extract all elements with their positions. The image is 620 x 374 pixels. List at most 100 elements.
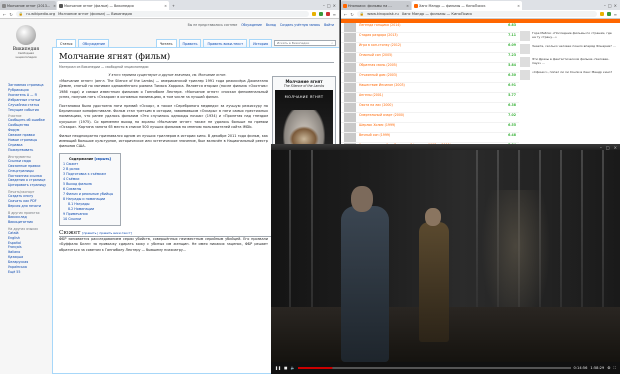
- film-thumbnail[interactable]: [344, 73, 356, 82]
- film-title[interactable]: Вечный сон (1999): [359, 133, 390, 137]
- extension-shield-icon[interactable]: [318, 12, 323, 16]
- browser-tab[interactable]: Ннопоиск: фильмы на ... ×: [341, 1, 411, 10]
- maximize-icon[interactable]: □: [327, 3, 331, 8]
- volume-icon[interactable]: 🔈: [290, 366, 294, 370]
- back-icon[interactable]: ←: [3, 12, 6, 17]
- close-tab-icon[interactable]: ×: [51, 4, 56, 8]
- url-field[interactable]: 🔒 www.kinopoisk.ru Ханс Мандр — фильмы —…: [356, 11, 597, 17]
- avatar[interactable]: [520, 57, 530, 67]
- bookmark-star-icon[interactable]: [599, 12, 604, 16]
- more-languages-link[interactable]: Ещё 55: [8, 270, 46, 275]
- url-field[interactable]: 🔒 ru.wikipedia.org Молчание ягнят (фильм…: [15, 11, 309, 17]
- section-edit-link[interactable]: [править | править вики-текст]: [82, 231, 131, 235]
- menu-icon[interactable]: ≡: [614, 12, 617, 17]
- maximize-icon[interactable]: □: [606, 145, 610, 150]
- film-thumbnail[interactable]: [344, 23, 356, 32]
- film-thumbnail[interactable]: [344, 123, 356, 132]
- film-row[interactable]: Игра в коп-стопку (2012) 6.09: [341, 43, 519, 53]
- film-title[interactable]: Нашествие Ипсилон (2003): [359, 83, 405, 87]
- tab-edit[interactable]: Править: [178, 39, 202, 47]
- toc-item[interactable]: 10 Ссылки: [63, 217, 117, 222]
- film-thumbnail[interactable]: [344, 113, 356, 122]
- film-thumbnail[interactable]: [344, 93, 356, 102]
- film-title[interactable]: Охота на лис (2000): [359, 103, 393, 107]
- film-row[interactable]: Охота на лис (2000) 6.38: [341, 103, 519, 113]
- browser-tab-active[interactable]: Молчание ягнят (фильм) — Википедия ×: [57, 1, 169, 10]
- film-title[interactable]: Смертельный азарт (2000): [359, 113, 404, 117]
- search-icon[interactable]: ⌕: [331, 41, 333, 45]
- close-tab-icon[interactable]: ×: [162, 4, 167, 8]
- personal-link[interactable]: Обсуждение: [241, 23, 262, 27]
- close-tab-icon[interactable]: ×: [515, 4, 520, 8]
- film-title[interactable]: Отчаянный дом (2003): [359, 73, 397, 77]
- film-title[interactable]: Игра в коп-стопку (2012): [359, 43, 401, 47]
- comment-item[interactable]: Горе Мебли: «Последние фильмы по странам…: [520, 31, 616, 41]
- tab-edit-source[interactable]: Править вики-текст: [203, 39, 248, 47]
- sidebar-link[interactable]: Цитировать страницу: [8, 183, 46, 188]
- film-row[interactable]: Вечный сон (1999) 6.48: [341, 133, 519, 143]
- menu-icon[interactable]: ≡: [333, 12, 336, 17]
- film-title[interactable]: Легенда гонщика (2014): [359, 23, 401, 27]
- film-row[interactable]: Нашествие Ипсилон (2003) 6.91: [341, 83, 519, 93]
- minimize-icon[interactable]: –: [600, 145, 602, 150]
- film-thumbnail[interactable]: [344, 43, 356, 52]
- sidebar-link[interactable]: Викицитатник: [8, 220, 46, 225]
- film-row[interactable]: Отчаянный дом (2003) 6.30: [341, 73, 519, 83]
- film-row[interactable]: Легенда гонщика (2014) 6.83: [341, 23, 519, 33]
- sidebar-link[interactable]: Пожертвовать: [8, 148, 46, 153]
- film-title[interactable]: Обратная связь (2005): [359, 63, 397, 67]
- reload-icon[interactable]: ↻: [9, 12, 12, 17]
- film-title[interactable]: Шерлок Холмс (1999): [359, 123, 395, 127]
- settings-gear-icon[interactable]: ⚙: [607, 366, 610, 370]
- tab-read[interactable]: Читать: [155, 39, 177, 47]
- sidebar-link[interactable]: Версия для печати: [8, 204, 46, 209]
- toc-hide-link[interactable]: [скрыть]: [94, 157, 111, 161]
- film-row[interactable]: Шерлок Холмс (1999) 6.55: [341, 123, 519, 133]
- new-tab-button[interactable]: +: [170, 1, 178, 10]
- film-row[interactable]: Ангелы (2001) 5.77: [341, 93, 519, 103]
- minimize-icon[interactable]: –: [323, 3, 325, 8]
- avatar[interactable]: [520, 44, 530, 54]
- film-thumbnail[interactable]: [344, 103, 356, 112]
- tab-history[interactable]: История: [249, 39, 272, 47]
- tab-article[interactable]: Статья: [56, 39, 77, 47]
- film-thumbnail[interactable]: [344, 33, 356, 42]
- video-frame[interactable]: [271, 150, 620, 362]
- personal-link[interactable]: Вклад: [266, 23, 276, 27]
- personal-link[interactable]: Создать учётную запись: [280, 23, 320, 27]
- avatar[interactable]: [520, 31, 530, 41]
- sidebar-link[interactable]: Текущие события: [8, 108, 46, 113]
- comment-item[interactable]: Знаете, сколько человек пошло вперёд Фон…: [520, 44, 616, 54]
- close-window-icon[interactable]: ×: [614, 3, 617, 8]
- fullscreen-icon[interactable]: ⛶: [613, 366, 616, 370]
- film-thumbnail[interactable]: [344, 83, 356, 92]
- extension-shield-icon[interactable]: [606, 12, 611, 16]
- seek-bar[interactable]: [297, 367, 571, 369]
- film-row[interactable]: Стадия раздора (2013) 7.11: [341, 33, 519, 43]
- personal-link[interactable]: Войти: [324, 23, 334, 27]
- close-window-icon[interactable]: ×: [333, 3, 336, 8]
- wikipedia-logo[interactable]: Википедия Свободная энциклопедия: [10, 25, 42, 59]
- minimize-icon[interactable]: –: [604, 3, 606, 8]
- search-input[interactable]: Искать в Википедии ⌕: [274, 40, 336, 46]
- close-window-icon[interactable]: ×: [614, 145, 617, 150]
- maximize-icon[interactable]: □: [608, 3, 612, 8]
- comment-item[interactable]: Эти фразы в фантастическом фильме «Челов…: [520, 57, 616, 67]
- tab-discussion[interactable]: Обсуждение: [78, 39, 110, 47]
- comment-item[interactable]: «Сфинкс», попал ли ли Хонли в Ханс Мандр…: [520, 70, 616, 80]
- avatar[interactable]: [520, 70, 530, 80]
- extension-icon[interactable]: [325, 12, 330, 16]
- film-row[interactable]: Обратная связь (2005) 5.84: [341, 63, 519, 73]
- bookmark-star-icon[interactable]: [311, 12, 316, 16]
- browser-tab[interactable]: Молчание ягнят (2013... ×: [0, 1, 56, 10]
- film-title[interactable]: Опасный сон (2005): [359, 53, 392, 57]
- stop-icon[interactable]: ■: [284, 366, 287, 370]
- film-thumbnail[interactable]: [344, 53, 356, 62]
- browser-tab-active[interactable]: Ханс Мандр — фильмы — КиноПоиск ×: [412, 1, 522, 10]
- pause-icon[interactable]: ❚❚: [275, 366, 281, 370]
- video-player-window[interactable]: – □ × ❚❚ ■ 🔈 0:14:56 1:58:29 ⚙ ⛶: [271, 144, 620, 374]
- film-title[interactable]: Ангелы (2001): [359, 93, 383, 97]
- film-title[interactable]: Стадия раздора (2013): [359, 33, 398, 37]
- close-tab-icon[interactable]: ×: [404, 4, 409, 8]
- reload-icon[interactable]: ↻: [350, 12, 353, 17]
